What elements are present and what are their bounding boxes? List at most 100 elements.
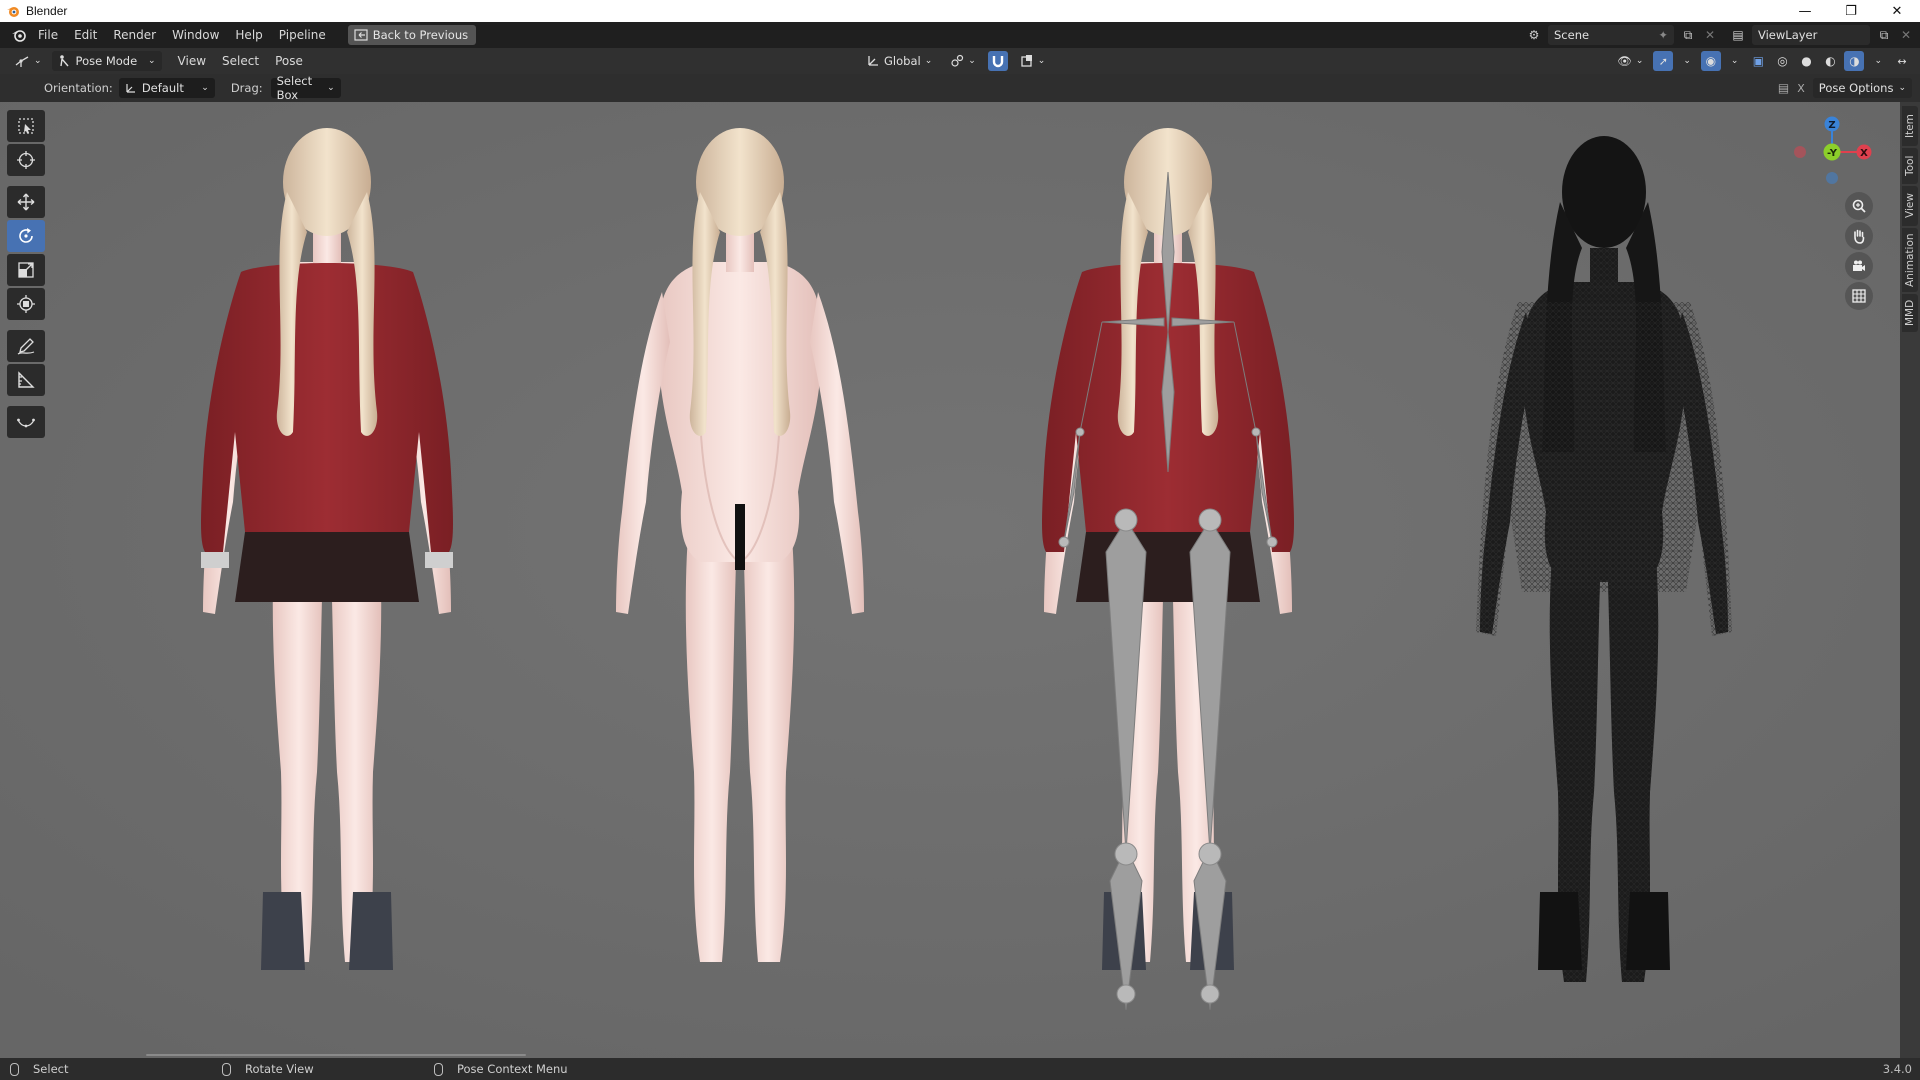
blender-menu-icon[interactable] bbox=[8, 24, 30, 46]
scale-tool[interactable] bbox=[7, 254, 45, 286]
menu-edit[interactable]: Edit bbox=[66, 24, 105, 46]
3d-viewport[interactable]: Z -Y X Item Tool View Animation MMD bbox=[0, 102, 1920, 1058]
z-axis-label: Z bbox=[1828, 120, 1835, 131]
minimize-icon[interactable]: — bbox=[1782, 0, 1828, 22]
sidebar-tab-mmd[interactable]: MMD bbox=[1902, 294, 1918, 332]
visibility-selector[interactable]: 👁 ⌄ bbox=[1611, 51, 1649, 71]
menu-window[interactable]: Window bbox=[164, 24, 227, 46]
shading-options[interactable]: ⌄ bbox=[1868, 51, 1888, 71]
overlays-toggle[interactable]: ◉ bbox=[1700, 51, 1721, 71]
drag-dropdown[interactable]: Select Box ⌄ bbox=[270, 74, 341, 102]
transform-orientation-label: Global bbox=[884, 54, 921, 68]
menu-help[interactable]: Help bbox=[227, 24, 270, 46]
annotate-pencil-icon bbox=[17, 338, 35, 355]
drag-value: Select Box bbox=[276, 74, 313, 102]
status-bar: Select Rotate View Pose Context Menu 3.4… bbox=[0, 1058, 1920, 1080]
status-select-label: Select bbox=[33, 1062, 69, 1076]
sidebar-tab-item[interactable]: Item bbox=[1902, 106, 1918, 146]
drag-label: Drag: bbox=[230, 81, 263, 95]
ruler-icon bbox=[18, 371, 35, 388]
orientation-value: Default bbox=[141, 81, 184, 95]
overlays-options[interactable]: ⌄ bbox=[1725, 51, 1745, 71]
tool-settings-bar: Orientation: Default ⌄ Drag: Select Box … bbox=[0, 74, 1920, 102]
mirror-x-icon[interactable]: X bbox=[1797, 82, 1805, 95]
header-menu-select[interactable]: Select bbox=[214, 50, 267, 72]
neg-z-handle[interactable] bbox=[1826, 172, 1838, 184]
new-view-layer-icon[interactable]: ⧉ bbox=[1876, 27, 1892, 43]
hand-icon bbox=[1854, 229, 1865, 244]
back-to-previous-button[interactable]: Back to Previous bbox=[347, 25, 477, 45]
grid-icon bbox=[1852, 289, 1866, 303]
toggle-sidebar-icon[interactable]: ↔ bbox=[1892, 51, 1912, 71]
pan-view-button[interactable] bbox=[1845, 222, 1873, 250]
os-title-bar: Blender — ❐ ✕ bbox=[0, 0, 1920, 22]
cursor-tool[interactable] bbox=[7, 144, 45, 176]
orientation-dropdown[interactable]: Default ⌄ bbox=[118, 78, 215, 98]
pivot-point-selector[interactable]: ⌄ bbox=[944, 51, 982, 71]
xray-toggle[interactable]: ▣ bbox=[1748, 51, 1768, 71]
view-layer-selector[interactable]: ViewLayer bbox=[1752, 25, 1870, 45]
delete-scene-icon[interactable]: ✕ bbox=[1702, 27, 1718, 43]
snap-target-selector[interactable]: ⌄ bbox=[1014, 51, 1052, 71]
shading-rendered-button[interactable]: ◑ bbox=[1844, 51, 1865, 71]
transform-orientation-selector[interactable]: Global ⌄ bbox=[860, 51, 938, 71]
view-layer-name: ViewLayer bbox=[1758, 28, 1818, 42]
restore-icon[interactable]: ❐ bbox=[1828, 0, 1874, 22]
overlays-icon: ◉ bbox=[1705, 54, 1717, 68]
select-box-tool[interactable] bbox=[7, 110, 45, 142]
mode-selector[interactable]: Pose Mode ⌄ bbox=[51, 51, 162, 71]
gizmo-toggle[interactable]: ➚ bbox=[1653, 51, 1674, 71]
material-sphere-icon: ◐ bbox=[1825, 54, 1836, 68]
menu-pipeline[interactable]: Pipeline bbox=[271, 24, 334, 46]
version-label: 3.4.0 bbox=[1882, 1062, 1912, 1076]
menu-file[interactable]: File bbox=[30, 24, 66, 46]
svg-text:-Y: -Y bbox=[1827, 148, 1838, 159]
view-layer-icon[interactable]: ▤ bbox=[1730, 27, 1746, 43]
measure-tool[interactable] bbox=[7, 364, 45, 396]
annotate-tool[interactable] bbox=[7, 330, 45, 362]
perspective-toggle-button[interactable] bbox=[1845, 282, 1873, 310]
scene-selector[interactable]: Scene ✦ bbox=[1548, 25, 1674, 45]
transform-tool[interactable] bbox=[7, 288, 45, 320]
camera-icon bbox=[1853, 260, 1865, 271]
sidebar-tab-animation[interactable]: Animation bbox=[1902, 228, 1918, 292]
camera-view-button[interactable] bbox=[1845, 252, 1873, 280]
rotate-icon bbox=[19, 228, 33, 243]
screen-back-icon bbox=[354, 29, 368, 41]
transform-affect-icon[interactable]: ▤ bbox=[1778, 81, 1789, 95]
viewport-header: ⌄ Pose Mode ⌄ View Select Pose Global ⌄ … bbox=[0, 48, 1920, 74]
pivot-icon bbox=[951, 54, 964, 67]
window-title: Blender bbox=[26, 4, 68, 18]
move-tool[interactable] bbox=[7, 186, 45, 218]
pose-mode-icon bbox=[59, 55, 69, 67]
gizmo-options[interactable]: ⌄ bbox=[1677, 51, 1697, 71]
close-icon[interactable]: ✕ bbox=[1874, 0, 1920, 22]
viewport-scene bbox=[0, 102, 1920, 1058]
neg-x-handle[interactable] bbox=[1794, 146, 1806, 158]
pose-curve-icon bbox=[17, 418, 35, 428]
menu-render[interactable]: Render bbox=[105, 24, 164, 46]
relax-pose-tool[interactable] bbox=[7, 406, 45, 438]
eye-icon: 👁 bbox=[1617, 54, 1632, 68]
scene-icon[interactable]: ⚙ bbox=[1526, 27, 1542, 43]
xray-icon: ▣ bbox=[1752, 54, 1765, 68]
cursor-icon bbox=[17, 151, 35, 169]
zoom-view-button[interactable] bbox=[1845, 192, 1873, 220]
sidebar-tab-view[interactable]: View bbox=[1902, 186, 1918, 226]
snap-toggle[interactable] bbox=[987, 51, 1008, 71]
header-menu-view[interactable]: View bbox=[170, 50, 214, 72]
shading-solid-button[interactable]: ● bbox=[1796, 51, 1816, 71]
editor-type-button[interactable]: ⌄ bbox=[8, 51, 48, 71]
viewport-scrollbar[interactable] bbox=[146, 1054, 526, 1056]
navigation-gizmo[interactable]: Z -Y X bbox=[1784, 108, 1884, 188]
shading-material-button[interactable]: ◐ bbox=[1820, 51, 1840, 71]
rotate-tool[interactable] bbox=[7, 220, 45, 252]
new-scene-icon[interactable]: ⧉ bbox=[1680, 27, 1696, 43]
delete-view-layer-icon[interactable]: ✕ bbox=[1898, 27, 1914, 43]
pin-icon[interactable]: ✦ bbox=[1658, 28, 1668, 42]
sidebar-tab-tool[interactable]: Tool bbox=[1902, 148, 1918, 184]
header-menu-pose[interactable]: Pose bbox=[267, 50, 311, 72]
gizmo-icon: ➚ bbox=[1658, 54, 1668, 68]
pose-options-dropdown[interactable]: Pose Options ⌄ bbox=[1812, 78, 1912, 98]
shading-wireframe-button[interactable]: ◎ bbox=[1772, 51, 1792, 71]
